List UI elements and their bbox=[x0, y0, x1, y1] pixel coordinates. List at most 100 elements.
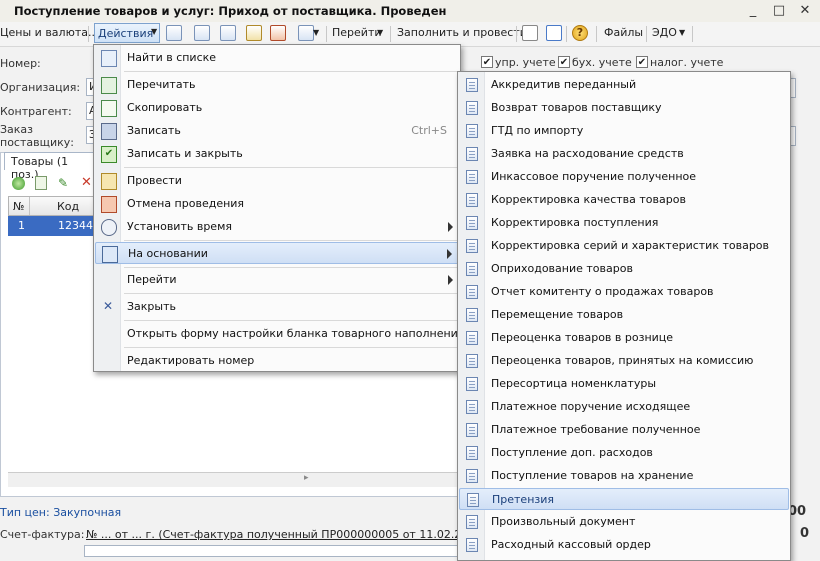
toolbar-separator bbox=[566, 26, 567, 42]
close-x-icon: ✕ bbox=[102, 299, 114, 313]
reread-icon[interactable] bbox=[194, 25, 210, 41]
order-label-line1: Заказ bbox=[0, 123, 34, 136]
menu-item-reread[interactable]: Перечитать bbox=[95, 74, 459, 96]
submenu-item[interactable]: Переоценка товаров, принятых на комиссию bbox=[459, 350, 789, 372]
menu-item-based-on[interactable]: На основании bbox=[95, 242, 459, 264]
submenu-item[interactable]: Оприходование товаров bbox=[459, 258, 789, 280]
submenu-arrow-icon bbox=[448, 222, 453, 232]
submenu-item[interactable]: Переоценка товаров в рознице bbox=[459, 327, 789, 349]
submenu-item[interactable]: Заявка на расходование средств bbox=[459, 143, 789, 165]
copy-icon bbox=[101, 100, 117, 117]
list-settings-icon[interactable] bbox=[522, 25, 538, 41]
minimize-button[interactable]: _ bbox=[744, 2, 762, 20]
menu-item-goto[interactable]: Перейти bbox=[95, 269, 459, 291]
actions-dropdown-menu: Найти в списке Перечитать Скопировать За… bbox=[93, 44, 464, 372]
edo-button[interactable]: ЭДО bbox=[652, 26, 677, 39]
column-number[interactable]: № bbox=[13, 200, 24, 213]
goto-button[interactable]: Перейти bbox=[332, 26, 382, 39]
menu-item-save-and-close[interactable]: ✔ Записать и закрыть bbox=[95, 143, 459, 165]
close-window-button[interactable]: ✕ bbox=[796, 2, 814, 20]
menu-item-unpost[interactable]: Отмена проведения bbox=[95, 193, 459, 215]
subordinate-docs-icon[interactable] bbox=[546, 25, 562, 41]
submenu-item[interactable]: Произвольный документ bbox=[459, 511, 789, 533]
actions-menu-button[interactable]: Действия ▼ bbox=[94, 23, 160, 43]
tax-accounting-checkbox[interactable]: ✔ bbox=[636, 56, 648, 68]
menu-item-copy[interactable]: Скопировать bbox=[95, 97, 459, 119]
submenu-arrow-icon bbox=[448, 275, 453, 285]
tab-goods[interactable]: Товары (1 поз.) bbox=[4, 152, 94, 181]
comment-field[interactable] bbox=[84, 545, 458, 557]
submenu-item[interactable]: ГТД по импорту bbox=[459, 120, 789, 142]
add-row-icon[interactable] bbox=[12, 177, 25, 190]
column-code[interactable]: Код bbox=[57, 200, 79, 213]
structure-icon[interactable] bbox=[166, 25, 182, 41]
based-on-dropdown-icon[interactable]: ▼ bbox=[313, 28, 319, 37]
post-icon bbox=[101, 173, 117, 190]
title-bar: Поступление товаров и услуг: Приход от п… bbox=[0, 0, 820, 23]
submenu-item[interactable]: Аккредитив переданный bbox=[459, 74, 789, 96]
submenu-item[interactable]: Пересортица номенклатуры bbox=[459, 373, 789, 395]
submenu-item-label: Претензия bbox=[492, 493, 555, 506]
submenu-item[interactable]: Платежное требование полученное bbox=[459, 419, 789, 441]
submenu-item[interactable]: Инкассовое поручение полученное bbox=[459, 166, 789, 188]
document-icon bbox=[466, 216, 478, 230]
menu-item-set-time[interactable]: Установить время bbox=[95, 216, 459, 238]
based-on-icon bbox=[102, 246, 118, 263]
menu-separator bbox=[124, 347, 458, 348]
submenu-item[interactable]: Корректировка поступления bbox=[459, 212, 789, 234]
submenu-item[interactable]: Платежное поручение исходящее bbox=[459, 396, 789, 418]
row-number: 1 bbox=[18, 219, 25, 232]
document-icon bbox=[466, 469, 478, 483]
menu-item-post[interactable]: Провести bbox=[95, 170, 459, 192]
help-icon[interactable]: ? bbox=[572, 25, 588, 41]
document-icon bbox=[466, 124, 478, 138]
menu-separator bbox=[124, 167, 458, 168]
menu-item-open-form-settings[interactable]: Открыть форму настройки бланка товарного… bbox=[95, 323, 464, 345]
toolbar-separator bbox=[88, 26, 89, 42]
submenu-item[interactable]: Отчет комитенту о продажах товаров bbox=[459, 281, 789, 303]
submenu-item[interactable]: Поступление товаров на хранение bbox=[459, 465, 789, 487]
contractor-label: Контрагент: bbox=[0, 105, 72, 118]
unpost-icon[interactable] bbox=[270, 25, 286, 41]
submenu-item[interactable]: Расходный кассовый ордер bbox=[459, 534, 789, 556]
horizontal-scrollbar[interactable]: ▸ bbox=[8, 472, 458, 487]
document-icon bbox=[466, 239, 478, 253]
menu-item-close[interactable]: ✕ Закрыть bbox=[95, 296, 459, 318]
mgmt-accounting-checkbox[interactable]: ✔ bbox=[481, 56, 493, 68]
window-title: Поступление товаров и услуг: Приход от п… bbox=[14, 4, 447, 18]
maximize-button[interactable]: □ bbox=[770, 2, 788, 20]
copy-icon[interactable] bbox=[220, 25, 236, 41]
price-type-link[interactable]: Тип цен: Закупочная bbox=[0, 506, 121, 519]
total-cut-text-2: 0 bbox=[800, 526, 810, 541]
document-icon bbox=[466, 193, 478, 207]
edit-row-icon[interactable]: ✎ bbox=[58, 176, 68, 190]
submenu-item[interactable]: Поступление доп. расходов bbox=[459, 442, 789, 464]
book-accounting-checkbox[interactable]: ✔ bbox=[558, 56, 570, 68]
invoice-link[interactable]: № ... от ... г. (Счет-фактура полученный… bbox=[86, 528, 493, 541]
submenu-item[interactable]: Претензия bbox=[459, 488, 789, 510]
document-icon bbox=[466, 354, 478, 368]
unpost-icon bbox=[101, 196, 117, 213]
submenu-item[interactable]: Корректировка серий и характеристик това… bbox=[459, 235, 789, 257]
delete-row-icon[interactable]: ✕ bbox=[81, 175, 92, 190]
order-label-line2: поставщику: bbox=[0, 136, 74, 149]
based-on-icon[interactable] bbox=[298, 25, 314, 41]
files-button[interactable]: Файлы bbox=[604, 26, 643, 39]
prices-currency-button[interactable]: Цены и валюта... bbox=[0, 26, 98, 39]
submenu-item-label: Аккредитив переданный bbox=[491, 78, 637, 91]
fill-and-post-button[interactable]: Заполнить и провести bbox=[397, 26, 527, 39]
submenu-item-label: Оприходование товаров bbox=[491, 262, 633, 275]
submenu-item[interactable]: Перемещение товаров bbox=[459, 304, 789, 326]
submenu-item[interactable]: Возврат товаров поставщику bbox=[459, 97, 789, 119]
document-icon bbox=[466, 101, 478, 115]
menu-item-save[interactable]: Записать Ctrl+S bbox=[95, 120, 459, 142]
scroll-right-icon[interactable]: ▸ bbox=[304, 473, 309, 483]
menu-item-find-in-list[interactable]: Найти в списке bbox=[95, 47, 459, 69]
submenu-item[interactable]: Корректировка качества товаров bbox=[459, 189, 789, 211]
menu-item-edit-number[interactable]: Редактировать номер bbox=[95, 350, 459, 372]
post-icon[interactable] bbox=[246, 25, 262, 41]
edo-dropdown-icon: ▼ bbox=[679, 28, 686, 37]
copy-row-icon[interactable] bbox=[35, 176, 47, 190]
menu-separator bbox=[124, 267, 458, 268]
submenu-item-label: Произвольный документ bbox=[491, 515, 636, 528]
